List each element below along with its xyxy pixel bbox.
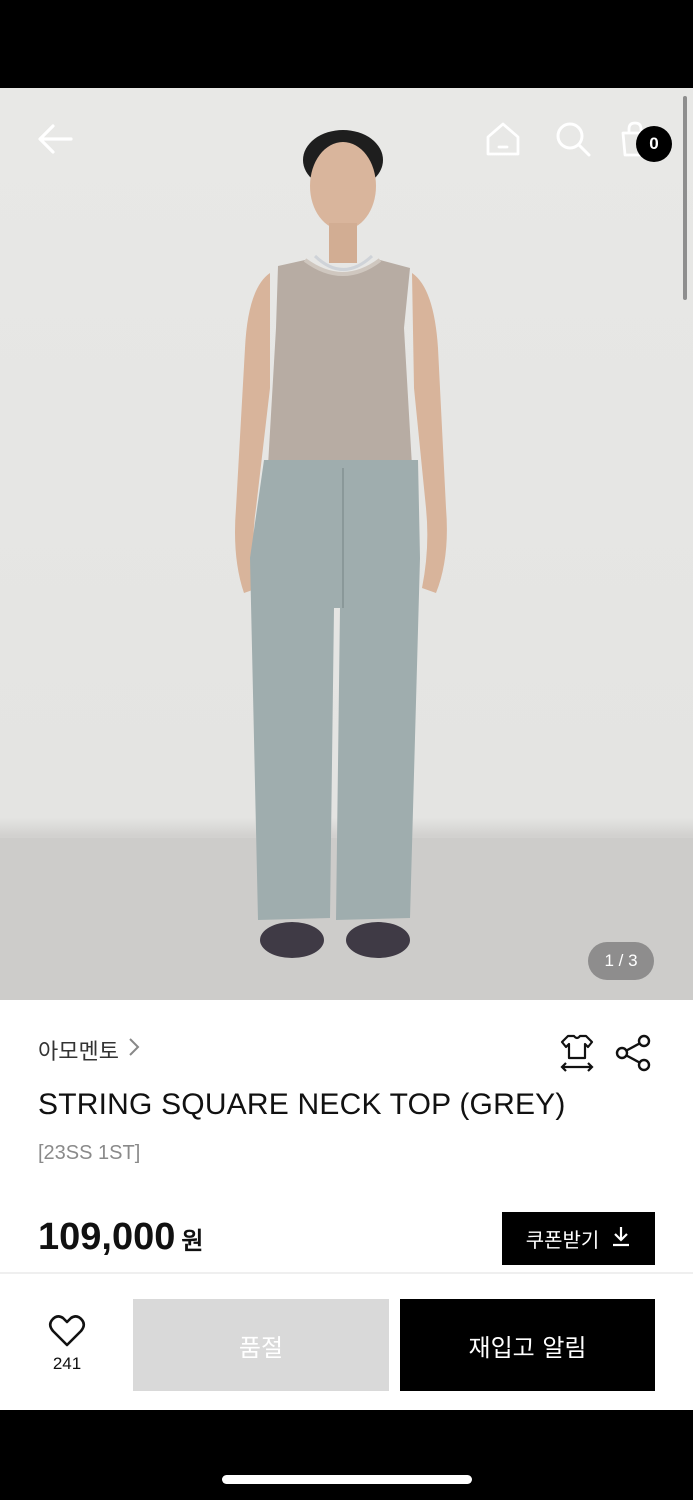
scroll-indicator[interactable] xyxy=(683,96,687,300)
search-icon xyxy=(556,122,591,157)
restock-alert-button[interactable]: 재입고 알림 xyxy=(400,1299,655,1391)
soldout-button[interactable]: 품절 xyxy=(133,1299,389,1391)
status-bar xyxy=(0,0,693,88)
share-button[interactable] xyxy=(612,1032,654,1074)
price-value: 109,000 xyxy=(38,1216,176,1258)
brand-link[interactable]: 아모멘토 xyxy=(38,1034,141,1066)
wishlist-button[interactable]: 241 xyxy=(38,1314,96,1374)
product-info: 아모멘토 STRING SQUARE NECK TOP (GREY) [23SS… xyxy=(0,1000,693,1272)
product-photo xyxy=(0,130,693,1000)
brand-name: 아모멘토 xyxy=(38,1040,119,1065)
cart-count-badge: 0 xyxy=(636,126,672,162)
price-currency: 원 xyxy=(181,1227,204,1255)
home-button[interactable] xyxy=(480,116,526,162)
product-title: STRING SQUARE NECK TOP (GREY) xyxy=(38,1088,566,1121)
search-button[interactable] xyxy=(550,116,596,162)
heart-icon xyxy=(48,1315,86,1347)
share-icon xyxy=(615,1034,651,1072)
download-icon xyxy=(611,1225,631,1252)
size-guide-icon xyxy=(560,1034,594,1072)
coupon-label: 쿠폰받기 xyxy=(525,1228,600,1252)
price: 109,000 원 xyxy=(38,1216,203,1259)
image-pager: 1 / 3 xyxy=(588,942,654,980)
back-button[interactable] xyxy=(32,116,78,162)
coupon-download-button[interactable]: 쿠폰받기 xyxy=(502,1212,655,1265)
product-code: [23SS 1ST] xyxy=(38,1142,141,1164)
chevron-right-icon xyxy=(127,1036,141,1064)
bottom-action-bar: 241 품절 재입고 알림 xyxy=(0,1274,693,1410)
product-image-gallery[interactable]: 0 1 / 3 xyxy=(0,88,693,1000)
back-arrow-icon xyxy=(38,124,73,154)
size-guide-button[interactable] xyxy=(556,1032,598,1074)
home-icon xyxy=(486,122,520,156)
wishlist-count: 241 xyxy=(52,1354,82,1373)
home-indicator[interactable] xyxy=(222,1475,472,1484)
